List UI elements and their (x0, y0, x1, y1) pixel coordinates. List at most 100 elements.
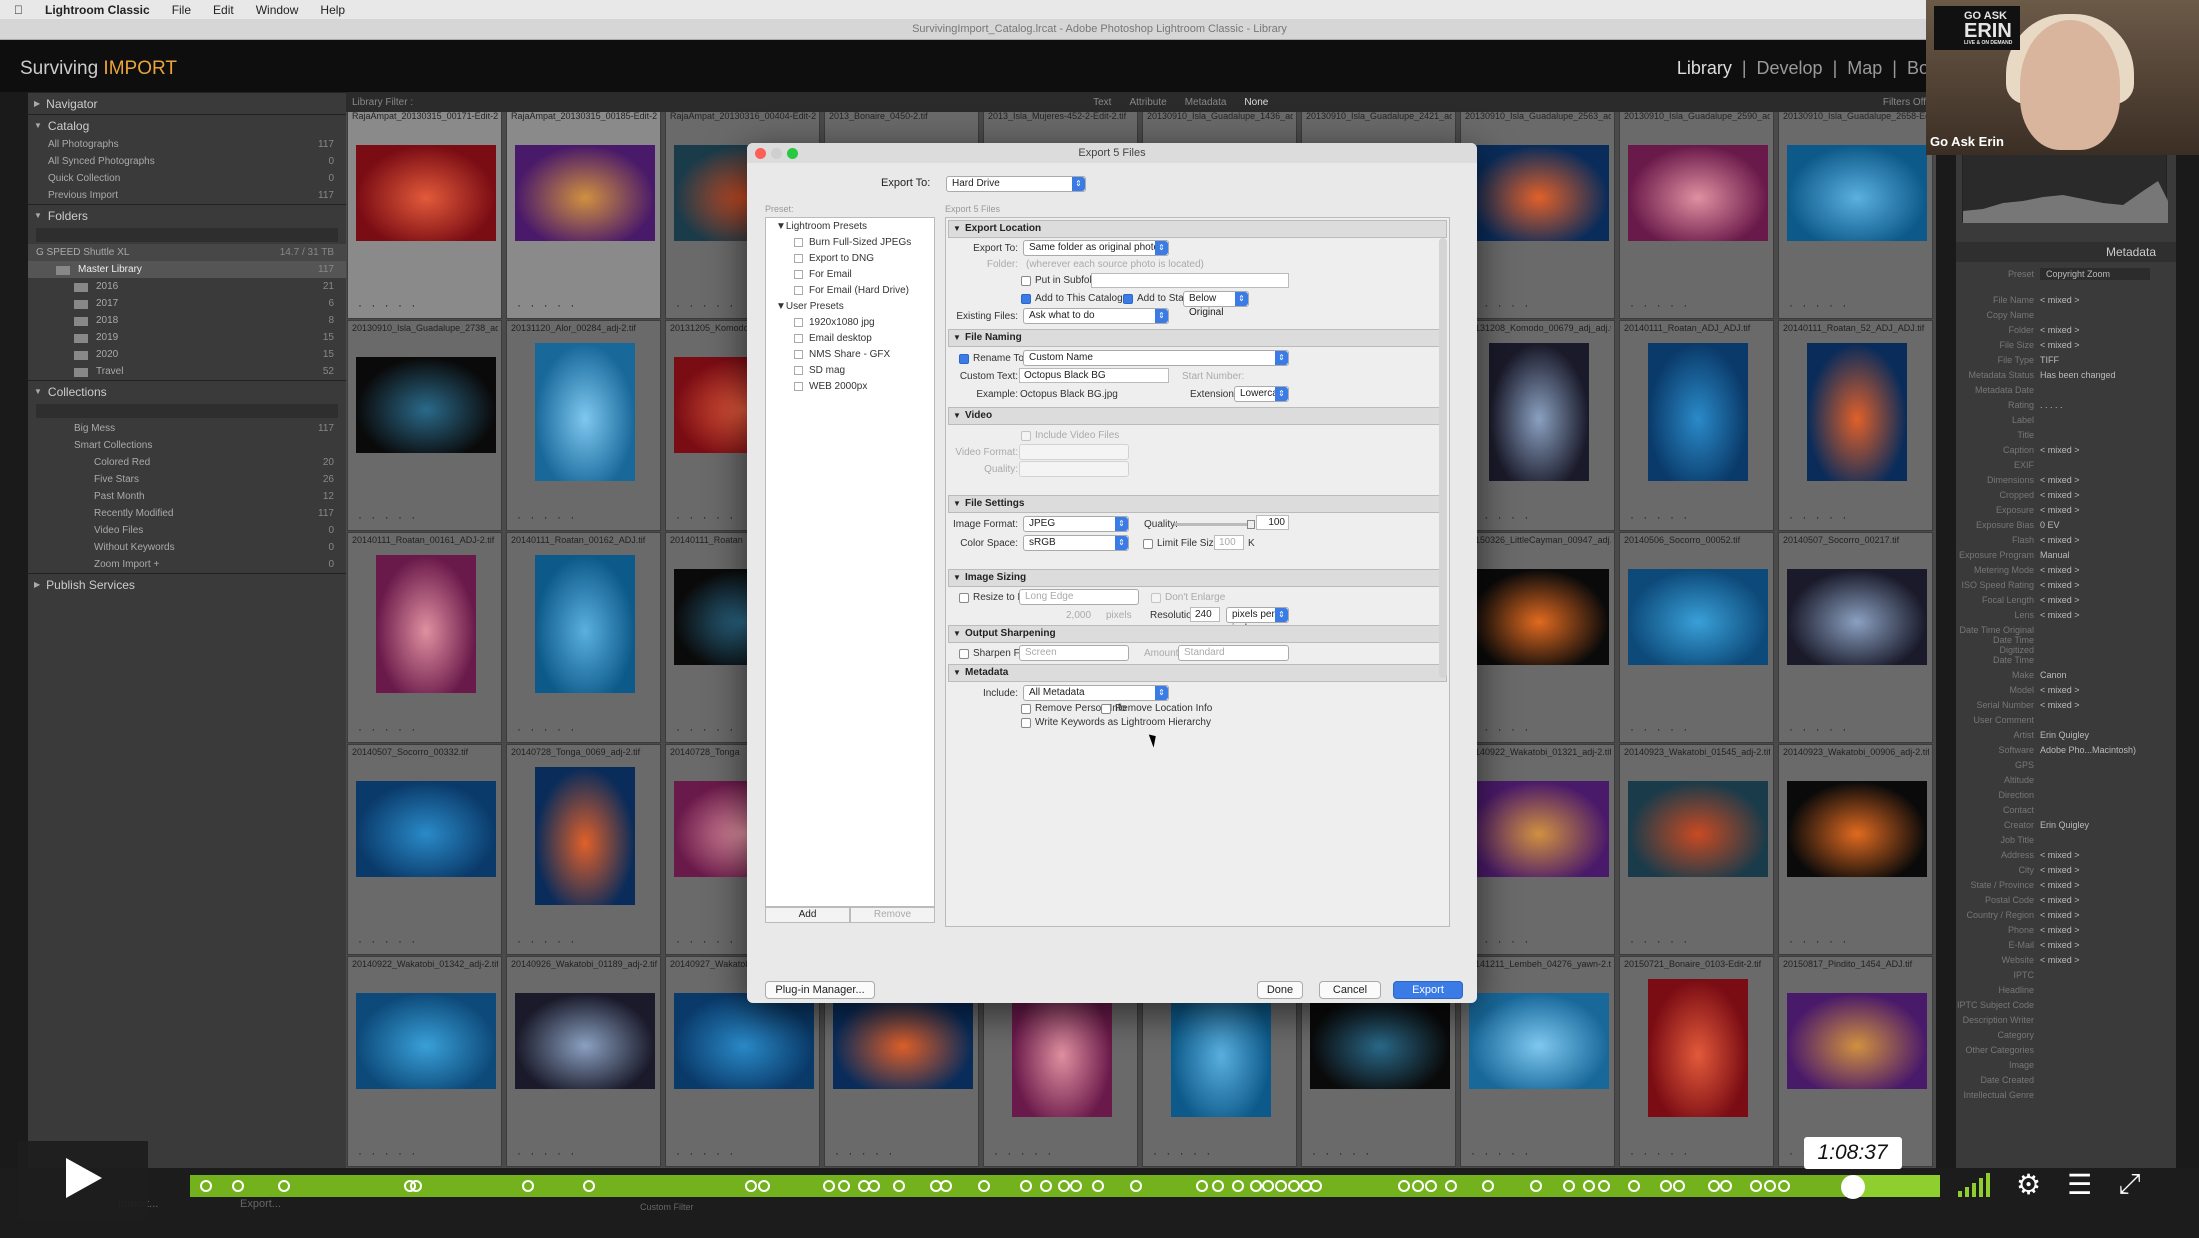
metadata-field[interactable]: Creator Erin Quigley (1956, 817, 2144, 832)
folder-item[interactable]: 2020 15 (28, 346, 346, 363)
photo-thumbnail[interactable] (1469, 781, 1609, 877)
photo-thumbnail[interactable] (1648, 343, 1748, 481)
preset-checkbox[interactable] (794, 317, 803, 327)
photo-thumbnail[interactable] (356, 145, 496, 241)
chapter-marker[interactable] (758, 1180, 770, 1192)
preset-checkbox[interactable] (794, 349, 803, 359)
preset-checkbox[interactable] (794, 381, 803, 391)
video-quality-select[interactable] (1019, 461, 1129, 477)
photo-cell[interactable]: 20140507_Socorro_00332.tif · · · · · (347, 744, 502, 955)
metadata-field[interactable]: File Name < mixed > (1956, 292, 2144, 307)
menu-help[interactable]: Help (320, 3, 345, 17)
close-icon[interactable] (755, 148, 766, 159)
chapter-marker[interactable] (1398, 1180, 1410, 1192)
filter-text[interactable]: Text (1093, 97, 1111, 108)
chapter-marker[interactable] (278, 1180, 290, 1192)
chapter-marker[interactable] (1563, 1180, 1575, 1192)
folder-item[interactable]: Master Library 117 (28, 261, 346, 278)
photo-thumbnail[interactable] (1469, 145, 1609, 241)
catalog-header[interactable]: ▼ Catalog (28, 114, 346, 136)
chapter-marker[interactable] (868, 1180, 880, 1192)
photo-thumbnail[interactable] (1469, 569, 1609, 665)
chapter-marker[interactable] (1482, 1180, 1494, 1192)
chapter-marker[interactable] (1262, 1180, 1274, 1192)
photo-cell[interactable]: 20150326_LittleCayman_00947_adj.tif · · ·… (1460, 532, 1615, 743)
menu-edit[interactable]: Edit (213, 3, 234, 17)
chapter-marker[interactable] (1058, 1180, 1070, 1192)
photo-thumbnail[interactable] (1628, 781, 1768, 877)
metadata-field[interactable]: File Size < mixed > (1956, 337, 2144, 352)
chapter-marker[interactable] (1070, 1180, 1082, 1192)
metadata-field[interactable]: GPS (1956, 757, 2144, 772)
metadata-field[interactable]: Category (1956, 1027, 2144, 1042)
section-image-sizing[interactable]: Image Sizing (948, 569, 1447, 587)
rating-stars-icon[interactable]: · · · · · (517, 722, 577, 736)
rating-stars-icon[interactable]: · · · · · (1630, 722, 1690, 736)
metadata-field[interactable]: IPTC (1956, 967, 2144, 982)
resize-unit[interactable]: pixels (1106, 610, 1132, 621)
quality-slider-knob[interactable] (1247, 520, 1255, 529)
metadata-field[interactable]: Altitude (1956, 772, 2144, 787)
metadata-field[interactable]: Software Adobe Pho...Macintosh) (1956, 742, 2144, 757)
fullscreen-icon[interactable]: ⤢ (2118, 1168, 2140, 1201)
metadata-field[interactable]: Rating . . . . . (1956, 397, 2144, 412)
chapter-marker[interactable] (1720, 1180, 1732, 1192)
chapter-marker[interactable] (200, 1180, 212, 1192)
preset-group[interactable]: ▼ User Presets (766, 298, 934, 314)
chapter-marker[interactable] (745, 1180, 757, 1192)
chapter-marker[interactable] (978, 1180, 990, 1192)
metadata-field[interactable]: Exposure Program Manual (1956, 547, 2144, 562)
chapter-marker[interactable] (1673, 1180, 1685, 1192)
folder-item[interactable]: 2018 8 (28, 312, 346, 329)
rating-stars-icon[interactable]: · · · · · (1630, 934, 1690, 948)
photo-cell[interactable]: 20140111_Roatan_ADJ_ADJ.tif · · · · · (1619, 320, 1774, 531)
chapter-marker[interactable] (1196, 1180, 1208, 1192)
chapter-marker[interactable] (1232, 1180, 1244, 1192)
photo-thumbnail[interactable] (1469, 993, 1609, 1089)
photo-cell[interactable]: RajaAmpat_20130315_00185-Edit-2.tif · · ·… (506, 112, 661, 319)
rename-checkbox[interactable] (959, 354, 969, 364)
metadata-header[interactable]: Metadata (1956, 242, 2176, 262)
photo-thumbnail[interactable] (1787, 781, 1927, 877)
module-map[interactable]: Map (1847, 58, 1882, 79)
export-panel-button[interactable]: Export... (240, 1198, 281, 1210)
rating-stars-icon[interactable]: · · · · · (517, 298, 577, 312)
photo-cell[interactable]: 20150721_Bonaire_0103-Edit-2.tif · · · · … (1619, 956, 1774, 1167)
chapter-marker[interactable] (1412, 1180, 1424, 1192)
image-format-select[interactable]: JPEG ⇕ (1023, 516, 1129, 532)
metadata-field[interactable]: Country / Region < mixed > (1956, 907, 2144, 922)
photo-thumbnail[interactable] (1648, 979, 1748, 1117)
rating-stars-icon[interactable]: · · · · · (676, 934, 736, 948)
catalog-item[interactable]: Previous Import 117 (28, 187, 346, 204)
collection-item[interactable]: Recently Modified 117 (28, 505, 346, 522)
metadata-field[interactable]: Image (1956, 1057, 2144, 1072)
resize-checkbox[interactable] (959, 593, 969, 603)
quality-input[interactable]: 100 (1256, 515, 1289, 530)
preset-checkbox[interactable] (794, 237, 803, 247)
chapter-marker[interactable] (1092, 1180, 1104, 1192)
chapter-marker[interactable] (823, 1180, 835, 1192)
metadata-field[interactable]: Exposure < mixed > (1956, 502, 2144, 517)
rating-stars-icon[interactable]: · · · · · (676, 298, 736, 312)
chapter-marker[interactable] (1583, 1180, 1595, 1192)
photo-thumbnail[interactable] (356, 781, 496, 877)
limit-size-checkbox[interactable] (1143, 539, 1153, 549)
metadata-field[interactable]: IPTC Subject Code (1956, 997, 2144, 1012)
include-select[interactable]: All Metadata ⇕ (1023, 685, 1169, 701)
photo-cell[interactable]: 20140922_Wakatobi_01321_adj-2.tif · · · ·… (1460, 744, 1615, 955)
extensions-select[interactable]: Lowercase ⇕ (1234, 386, 1289, 402)
photo-thumbnail[interactable] (1787, 993, 1927, 1089)
chapter-marker[interactable] (1708, 1180, 1720, 1192)
photo-thumbnail[interactable] (1628, 145, 1768, 241)
metadata-field[interactable]: Cropped < mixed > (1956, 487, 2144, 502)
drive-row[interactable]: G SPEED Shuttle XL 14.7 / 31 TB (28, 244, 346, 261)
folder-item[interactable]: 2019 15 (28, 329, 346, 346)
photo-thumbnail[interactable] (1787, 145, 1927, 241)
preset-group[interactable]: ▼ Lightroom Presets (766, 218, 934, 234)
resolution-unit-select[interactable]: pixels per inch⇕ (1226, 607, 1289, 634)
metadata-field[interactable]: Phone < mixed > (1956, 922, 2144, 937)
stack-select[interactable]: Below Original ⇕ (1183, 291, 1249, 318)
rating-stars-icon[interactable]: · · · · · (358, 722, 418, 736)
amount-select[interactable]: Standard (1178, 645, 1289, 661)
rating-stars-icon[interactable]: · · · · · (1471, 298, 1531, 312)
